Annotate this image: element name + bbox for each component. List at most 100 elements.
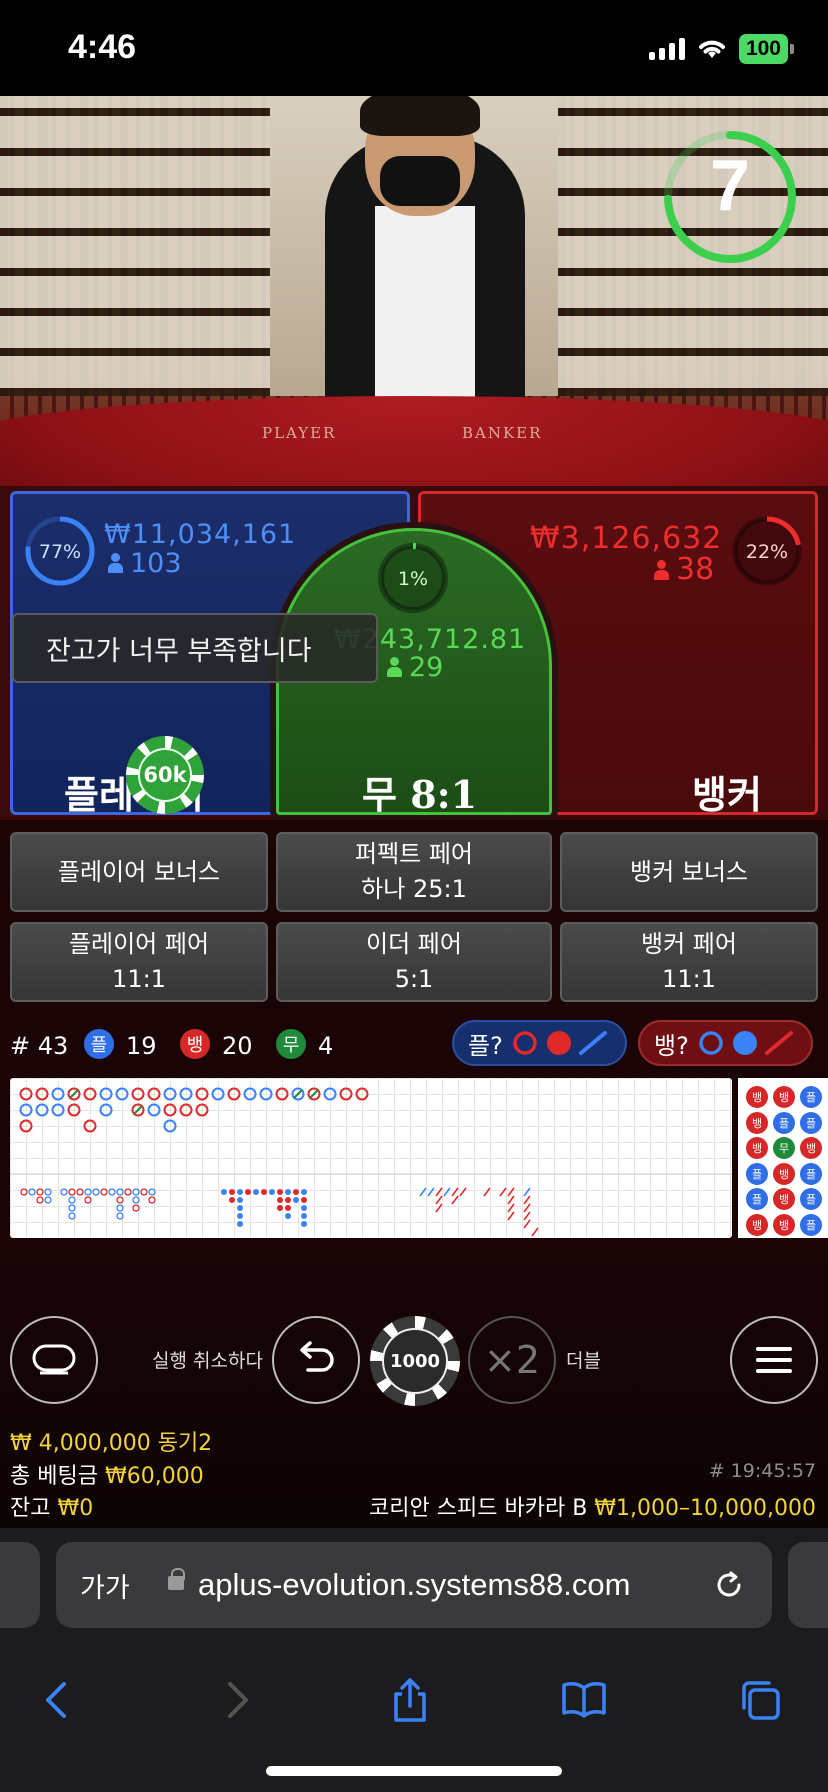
ask-player-label: 플? [468, 1031, 503, 1060]
table-felt [0, 396, 828, 486]
next-tab-preview[interactable] [788, 1542, 828, 1628]
tie-title: 무 8:1 [362, 772, 478, 817]
bead-road-cell: 플 [746, 1162, 768, 1185]
address-bar[interactable]: 가가 aplus-evolution.systems88.com [56, 1542, 772, 1628]
person-icon [108, 553, 123, 573]
lobby-button[interactable] [10, 1316, 98, 1404]
banker-bonus-button[interactable]: 뱅커 보너스 [560, 832, 818, 912]
player-bonus-button[interactable]: 플레이어 보너스 [10, 832, 268, 912]
status-bar: 4:46 100 [0, 0, 828, 96]
results-stats: # 43 플 19 뱅 20 무 4 플? 뱅? [0, 1010, 828, 1078]
perfect-pair-button[interactable]: 퍼펙트 페어하나 25:1 [276, 832, 552, 912]
ask-player-button[interactable]: 플? [452, 1020, 627, 1066]
banker-total-amount: ₩3,126,632 [530, 521, 723, 556]
felt-label-banker: BANKER [462, 424, 543, 442]
banker-pair-button[interactable]: 뱅커 페어 11:1 [560, 922, 818, 1002]
page-settings-button[interactable]: 가가 [80, 1566, 130, 1605]
table-name: 코리안 스피드 바카라 B [369, 1496, 588, 1521]
bead-road-cell: 플 [746, 1188, 768, 1210]
bead-road-cell: 뱅 [773, 1086, 795, 1108]
cellular-signal-icon [648, 38, 685, 60]
dealer-shirt [375, 206, 475, 406]
player-wins-count: 19 [126, 1032, 157, 1060]
bead-road-cell: 플 [800, 1213, 822, 1236]
banker-title: 뱅커 [692, 773, 762, 817]
perfect-pair-odds: 하나 25:1 [361, 875, 467, 903]
table-info: 코리안 스피드 바카라 B ₩1,000–10,000,000 [369, 1490, 816, 1522]
bead-road-cell: 뱅 [773, 1213, 795, 1236]
tie-percent: 1% [397, 568, 429, 590]
battery-icon: 100 [738, 34, 788, 64]
status-time: 4:46 [68, 28, 137, 66]
bead-road-cell: 뱅 [746, 1111, 768, 1134]
undo-icon [300, 1341, 334, 1372]
either-pair-button[interactable]: 이더 페어 5:1 [276, 922, 552, 1002]
forward-icon[interactable] [212, 1676, 260, 1724]
bead-road-cell: 뱅 [746, 1137, 768, 1159]
bead-road-cell: 뱅 [773, 1162, 795, 1185]
balance-label: 잔고 [10, 1496, 51, 1521]
person-icon [654, 560, 669, 580]
bead-road-cell: 플 [773, 1111, 795, 1134]
player-bettor-count: 103 [108, 548, 182, 579]
status-icons: 100 [648, 34, 794, 64]
tie-bettor-count: 29 [387, 652, 443, 683]
player-pair-button[interactable]: 플레이어 페어 11:1 [10, 922, 268, 1002]
bead-road-cell: 뱅 [746, 1086, 768, 1108]
bead-road-cell: 플 [800, 1111, 822, 1134]
bead-road[interactable]: 뱅뱅플뱅플플뱅무뱅플뱅플플뱅플뱅뱅플 [738, 1078, 828, 1238]
undo-label: 실행 취소하다 [152, 1350, 263, 1372]
player-wins-badge: 플 [84, 1029, 114, 1059]
player-count-value: 103 [130, 548, 182, 579]
placed-chip[interactable]: 60k [126, 736, 204, 814]
wifi-icon [698, 40, 725, 58]
player-bonus-label: 플레이어 보너스 [57, 857, 221, 886]
player-prediction-icons [513, 1031, 607, 1055]
player-percent: 77% [38, 541, 82, 563]
roadmaps: 뱅뱅플뱅플플뱅무뱅플뱅플플뱅플뱅뱅플 [0, 1078, 828, 1242]
bead-road-cell: 뱅 [800, 1137, 822, 1159]
chip-selector-value: 1000 [382, 1328, 448, 1394]
previous-tab-preview[interactable] [0, 1542, 40, 1628]
tabs-icon[interactable] [736, 1676, 784, 1724]
battery-tip [790, 44, 794, 54]
table-icon [32, 1344, 76, 1375]
main-roadmap[interactable] [10, 1078, 732, 1238]
dealer-hair [360, 96, 480, 136]
tie-count-badge: 무 [276, 1029, 306, 1059]
banker-pair-odds: 11:1 [662, 965, 716, 993]
url-text[interactable]: aplus-evolution.systems88.com [198, 1567, 630, 1603]
banker-pair-label: 뱅커 페어 [641, 930, 737, 959]
home-indicator[interactable] [266, 1766, 562, 1776]
countdown-number: 7 [709, 146, 751, 226]
player-pair-label: 플레이어 페어 [68, 930, 210, 959]
chip-selector[interactable]: 1000 [370, 1316, 460, 1406]
double-label: 더블 [566, 1350, 601, 1372]
menu-button[interactable] [730, 1316, 818, 1404]
bookmarks-icon[interactable] [560, 1676, 608, 1724]
lattice-screen-left [0, 96, 270, 396]
game-timestamp: # 19:45:57 [708, 1460, 816, 1482]
reload-icon[interactable] [712, 1568, 746, 1602]
total-bet-label: 총 베팅금 [10, 1464, 98, 1489]
either-pair-odds: 5:1 [394, 965, 434, 993]
round-number: # 43 [10, 1032, 69, 1060]
ask-banker-button[interactable]: 뱅? [638, 1020, 813, 1066]
banker-bettor-count: 38 [654, 552, 714, 587]
player-pair-odds: 11:1 [112, 965, 166, 993]
bead-road-cell: 무 [773, 1137, 795, 1159]
hamburger-menu-icon [756, 1347, 792, 1373]
balance-value: ₩0 [57, 1496, 94, 1521]
either-pair-label: 이더 페어 [366, 930, 462, 959]
balance: 잔고 ₩0 [10, 1490, 93, 1522]
table-limits: ₩1,000–10,000,000 [594, 1496, 816, 1521]
bead-road-cell: 플 [800, 1162, 822, 1185]
banker-percent: 22% [745, 541, 789, 563]
back-icon[interactable] [34, 1676, 82, 1724]
undo-button[interactable] [272, 1316, 360, 1404]
person-icon [387, 657, 402, 677]
share-icon[interactable] [386, 1676, 434, 1724]
felt-label-player: PLAYER [262, 424, 337, 442]
double-button[interactable]: ×2 [468, 1316, 556, 1404]
perfect-pair-label: 퍼펙트 페어 [354, 840, 474, 869]
